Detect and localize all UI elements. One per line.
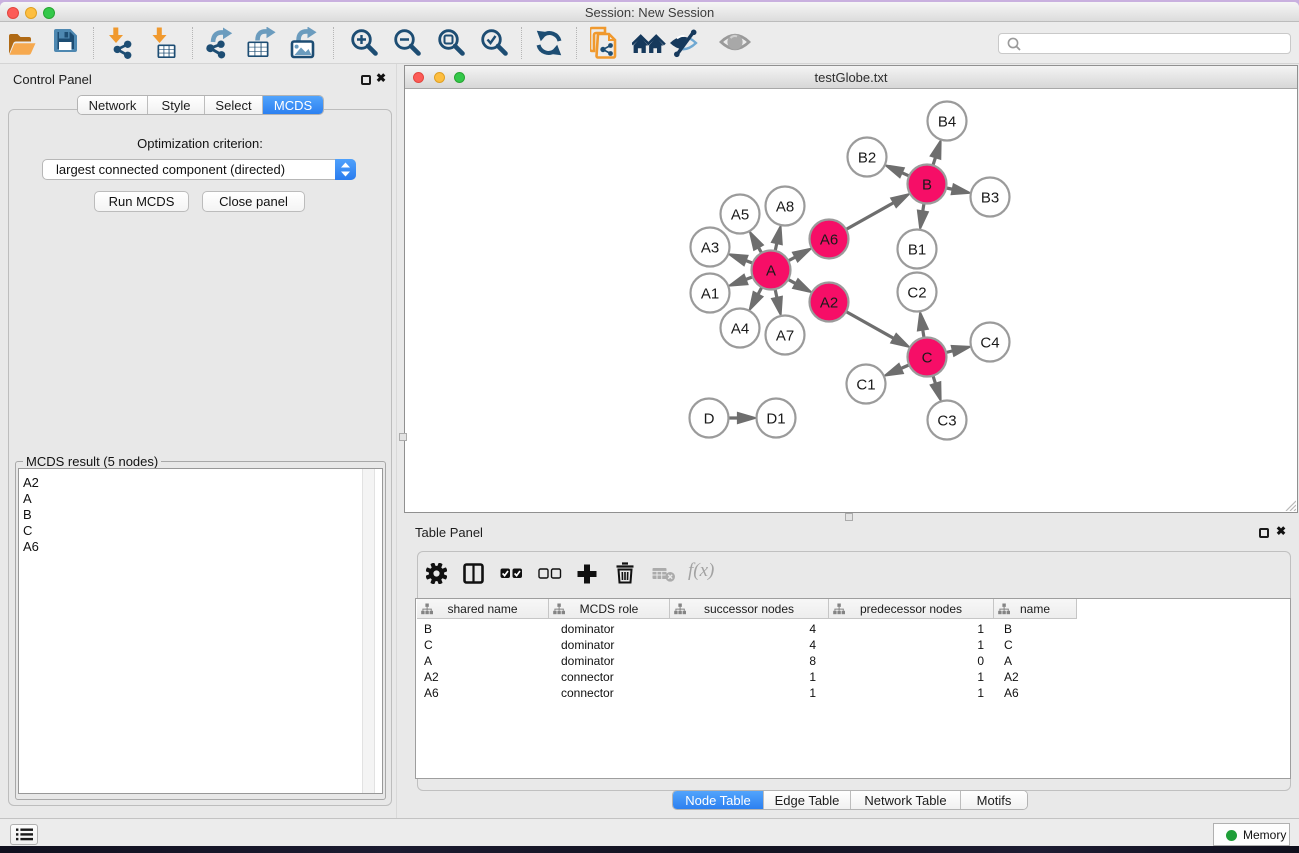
svg-text:C1: C1 <box>856 377 875 394</box>
svg-text:B1: B1 <box>908 242 926 259</box>
svg-text:D1: D1 <box>766 411 785 428</box>
svg-text:A: A <box>766 263 776 280</box>
svg-text:B4: B4 <box>938 114 956 131</box>
svg-text:B: B <box>922 177 932 194</box>
svg-text:A2: A2 <box>820 295 838 312</box>
svg-text:A3: A3 <box>701 240 719 257</box>
svg-text:C: C <box>922 350 933 367</box>
svg-text:C2: C2 <box>907 285 926 302</box>
svg-text:A8: A8 <box>776 199 794 216</box>
svg-text:C4: C4 <box>980 335 999 352</box>
svg-text:D: D <box>704 411 715 428</box>
svg-text:A1: A1 <box>701 286 719 303</box>
svg-text:A5: A5 <box>731 207 749 224</box>
svg-text:B3: B3 <box>981 190 999 207</box>
svg-text:A6: A6 <box>820 232 838 249</box>
svg-text:C3: C3 <box>937 413 956 430</box>
svg-text:A4: A4 <box>731 321 749 338</box>
svg-text:A7: A7 <box>776 328 794 345</box>
svg-text:B2: B2 <box>858 150 876 167</box>
